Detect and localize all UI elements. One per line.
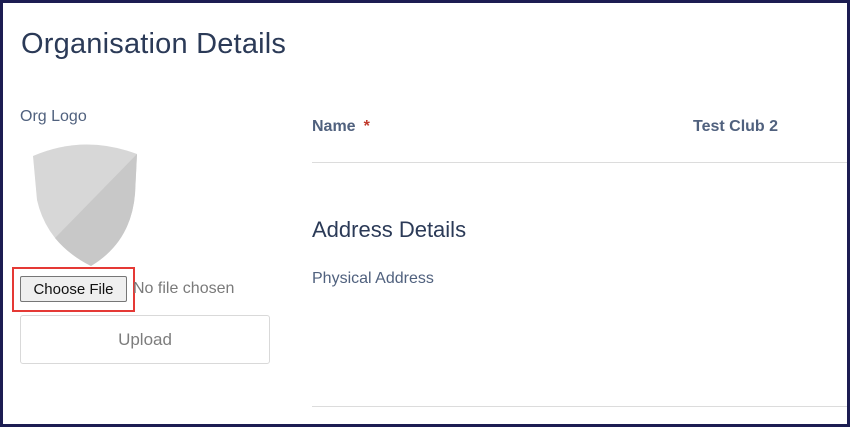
divider <box>312 162 847 163</box>
shield-placeholder-icon <box>29 140 139 268</box>
page-title: Organisation Details <box>21 28 287 60</box>
name-value: Test Club 2 <box>693 118 779 135</box>
app-window: Organisation Details Org Logo Choose Fil… <box>0 0 850 427</box>
upload-button[interactable]: Upload <box>20 315 270 364</box>
address-details-heading: Address Details <box>312 217 467 242</box>
divider <box>312 406 847 407</box>
choose-file-button[interactable]: Choose File <box>20 276 127 302</box>
physical-address-label: Physical Address <box>312 270 434 287</box>
name-label: Name <box>312 118 356 135</box>
no-file-chosen-text: No file chosen <box>133 280 235 297</box>
org-logo-label: Org Logo <box>20 108 87 125</box>
name-field: Name * <box>312 118 370 136</box>
required-marker: * <box>363 118 370 135</box>
